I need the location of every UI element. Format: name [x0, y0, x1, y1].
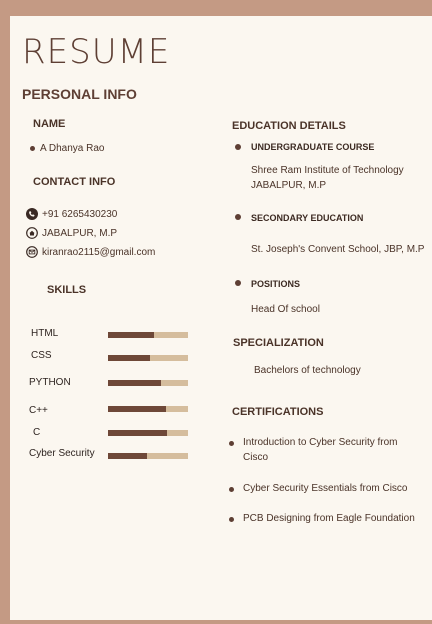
email-icon	[26, 246, 38, 258]
certification-item: PCB Designing from Eagle Foundation	[243, 513, 415, 524]
contact-email: kiranrao2115@gmail.com	[42, 246, 156, 258]
certification-item: Introduction to Cyber Security from	[243, 437, 398, 448]
certification-item-cont: Cisco	[243, 452, 269, 463]
contact-phone-row: +91 6265430230	[26, 208, 117, 220]
contact-email-row: kiranrao2115@gmail.com	[26, 246, 155, 258]
skill-bar-fill	[108, 453, 148, 459]
skill-bar	[108, 430, 188, 436]
skill-label: HTML	[31, 328, 59, 339]
bullet-dot-icon	[235, 144, 241, 150]
bullet-dot-icon	[30, 146, 35, 151]
skill-bar-fill	[108, 355, 151, 361]
bullet-dot-icon	[235, 280, 241, 286]
skill-label: Cyber Security	[29, 448, 95, 459]
home-icon	[26, 227, 38, 239]
skill-label: CSS	[31, 350, 52, 361]
skill-label: PYTHON	[29, 377, 71, 388]
skill-bar-fill	[108, 406, 166, 412]
skill-bar	[108, 355, 188, 361]
education-item-title: SECONDARY EDUCATION	[251, 213, 364, 223]
specialization-value: Bachelors of technology	[254, 365, 361, 376]
education-item-line: Shree Ram Institute of Technology	[251, 165, 404, 176]
skill-label: C++	[29, 405, 48, 416]
phone-icon	[26, 208, 38, 220]
personal-info-heading: PERSONAL INFO	[22, 86, 137, 102]
certifications-heading: CERTIFICATIONS	[232, 406, 324, 418]
education-item-title: POSITIONS	[251, 279, 301, 289]
skill-bar	[108, 332, 188, 338]
skill-bar	[108, 406, 188, 412]
education-item-line: Head Of school	[251, 304, 320, 315]
contact-info-heading: CONTACT INFO	[33, 176, 116, 188]
person-name: A Dhanya Rao	[40, 143, 105, 154]
skill-bar	[108, 380, 188, 386]
skill-bar-fill	[108, 380, 161, 386]
skill-bar	[108, 453, 188, 459]
education-item-title: UNDERGRADUATE COURSE	[251, 142, 375, 152]
bullet-dot-icon	[229, 517, 234, 522]
education-item-line: JABALPUR, M.P	[251, 180, 327, 191]
name-label: NAME	[33, 118, 66, 130]
skill-label: C	[33, 427, 41, 438]
certification-item: Cyber Security Essentials from Cisco	[243, 483, 408, 494]
bullet-dot-icon	[235, 214, 241, 220]
specialization-heading: SPECIALIZATION	[233, 337, 324, 349]
bullet-dot-icon	[229, 487, 234, 492]
contact-phone: +91 6265430230	[42, 208, 118, 220]
education-item-line: St. Joseph's Convent School, JBP, M.P	[251, 244, 425, 255]
skill-bar-fill	[108, 430, 168, 436]
resume-title: RESUME	[22, 32, 171, 72]
contact-location-row: JABALPUR, M.P	[26, 227, 117, 239]
name-row: A Dhanya Rao	[30, 143, 105, 154]
skills-heading: SKILLS	[47, 284, 87, 296]
education-heading: EDUCATION DETAILS	[232, 120, 346, 132]
resume-page: RESUME PERSONAL INFO NAME A Dhanya Rao C…	[10, 16, 432, 620]
bullet-dot-icon	[229, 441, 234, 446]
skill-bar-fill	[108, 332, 155, 338]
contact-location: JABALPUR, M.P	[42, 227, 118, 239]
